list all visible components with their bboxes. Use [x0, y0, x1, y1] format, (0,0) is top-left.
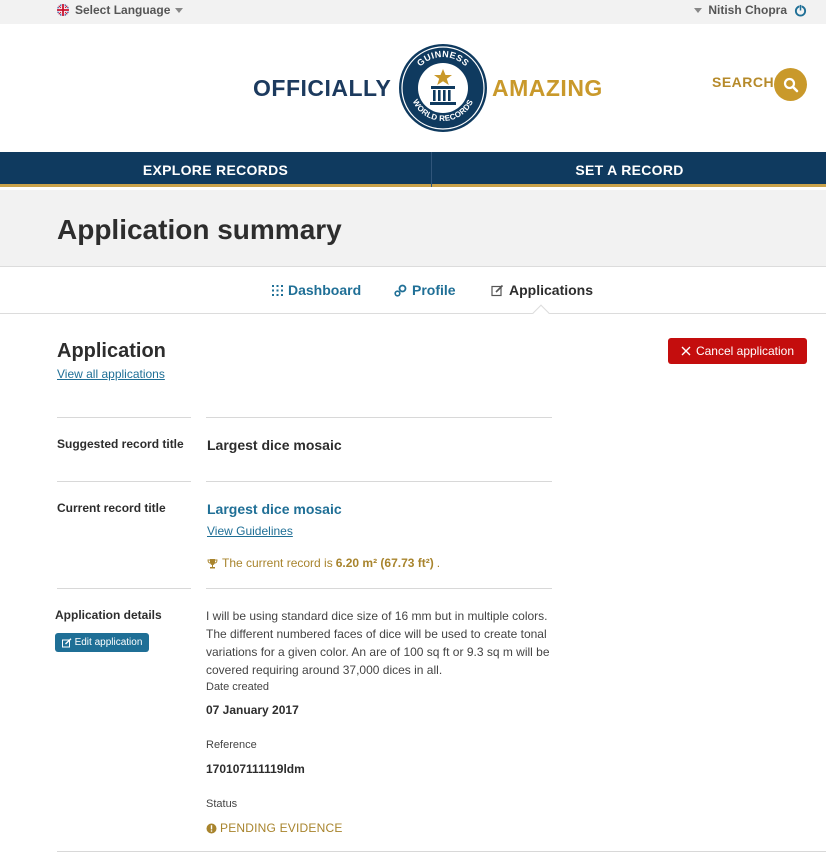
edit-icon: [61, 637, 72, 647]
divider: [57, 481, 191, 482]
page-title: Application summary: [57, 214, 342, 245]
uk-flag-icon: [57, 4, 69, 16]
current-record-value: 6.20 m² (67.73 ft²): [335, 556, 434, 570]
search-label[interactable]: SEARCH: [712, 74, 774, 90]
divider: [57, 417, 191, 418]
suggested-title-value: Largest dice mosaic: [207, 437, 342, 453]
top-utility-bar: Select Language Nitish Chopra: [0, 0, 826, 24]
chevron-down-icon: [175, 7, 184, 13]
logout-power-icon[interactable]: [794, 3, 807, 17]
chevron-down-icon: [694, 7, 703, 13]
suggested-title-label: Suggested record title: [57, 437, 184, 451]
edit-application-button[interactable]: Edit application: [55, 633, 149, 652]
page-title-band: Application summary: [0, 190, 826, 267]
divider: [57, 851, 826, 852]
tab-profile[interactable]: Profile: [394, 282, 456, 298]
current-record-suffix: .: [436, 556, 441, 570]
nav-explore-records[interactable]: EXPLORE RECORDS: [0, 152, 432, 187]
application-heading: Application: [57, 340, 166, 362]
reference-label: Reference: [206, 739, 257, 751]
trophy-icon: [207, 558, 218, 568]
tab-profile-label: Profile: [412, 282, 456, 298]
current-title-link[interactable]: Largest dice mosaic: [207, 501, 342, 517]
user-name: Nitish Chopra: [708, 3, 787, 17]
reference-value: 170107111119ldm: [206, 762, 305, 776]
account-subnav: Dashboard Profile Applications: [0, 268, 826, 322]
brand-text-left: OFFICIALLY: [253, 75, 392, 101]
cancel-application-label: Cancel application: [695, 344, 795, 358]
current-record-prefix: The current record is: [222, 556, 333, 570]
nav-set-a-record[interactable]: SET A RECORD: [433, 152, 826, 187]
divider: [206, 417, 552, 418]
status-badge: PENDING EVIDENCE: [206, 821, 343, 835]
view-guidelines-link[interactable]: View Guidelines: [207, 524, 293, 538]
tab-applications-label: Applications: [509, 282, 594, 298]
date-created-value: 07 January 2017: [206, 703, 299, 717]
tab-applications[interactable]: Applications: [491, 282, 593, 298]
cancel-application-button[interactable]: Cancel application: [668, 338, 807, 364]
search-icon: [783, 77, 798, 92]
search-button[interactable]: [774, 68, 807, 101]
main-nav: EXPLORE RECORDS SET A RECORD: [0, 152, 826, 187]
guinness-world-records-logo[interactable]: GUINNESS WORLD RECORDS: [398, 43, 488, 133]
edit-icon: [491, 284, 504, 296]
close-icon: [681, 346, 691, 356]
user-menu[interactable]: Nitish Chopra: [694, 3, 807, 17]
edit-application-label: Edit application: [74, 637, 143, 648]
active-tab-pointer: [532, 304, 550, 322]
divider: [57, 588, 191, 589]
alert-circle-icon: [206, 823, 217, 833]
tab-dashboard[interactable]: Dashboard: [272, 282, 361, 298]
language-label: Select Language: [75, 3, 171, 17]
divider: [206, 481, 552, 482]
status-value: PENDING EVIDENCE: [220, 821, 343, 835]
divider: [206, 588, 552, 589]
application-details-label: Application details: [55, 608, 162, 622]
current-title-label: Current record title: [57, 501, 166, 515]
application-description: I will be using standard dice size of 16…: [206, 609, 550, 677]
gears-icon: [394, 284, 407, 297]
brand-text-right: AMAZING: [492, 75, 603, 101]
site-header: OFFICIALLY GUINNESS WORLD RECORDS AMAZIN…: [0, 24, 826, 152]
language-selector[interactable]: Select Language: [57, 3, 184, 17]
grid-icon: [272, 284, 283, 296]
view-all-applications-link[interactable]: View all applications: [57, 367, 165, 381]
current-record-info: The current record is 6.20 m² (67.73 ft²…: [207, 556, 440, 570]
date-created-label: Date created: [206, 681, 269, 693]
tab-dashboard-label: Dashboard: [288, 282, 362, 298]
status-label: Status: [206, 798, 238, 810]
